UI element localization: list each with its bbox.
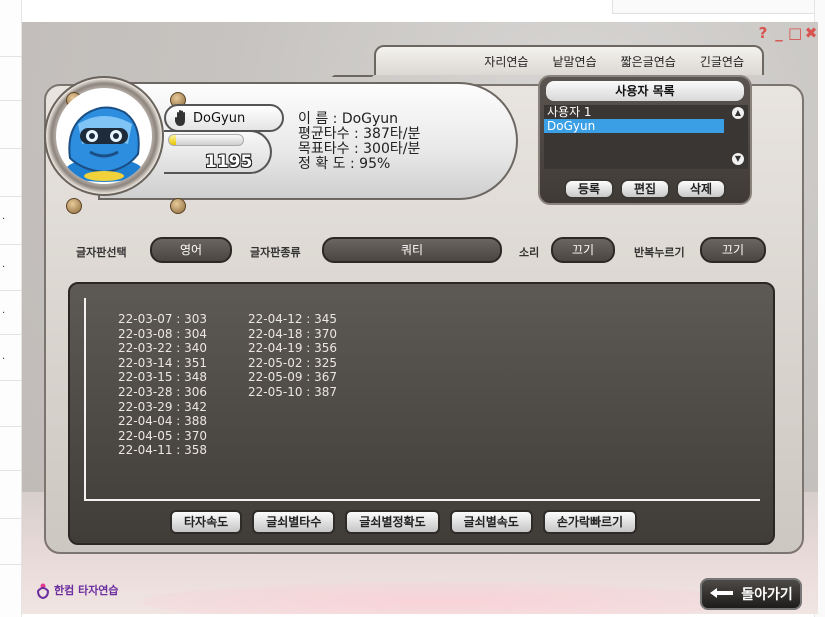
record-entry: 22-04-19 : 356	[248, 341, 338, 356]
repeat-key-toggle[interactable]: 끄기	[700, 237, 766, 263]
divider	[0, 564, 22, 565]
score-value: 1195	[205, 152, 253, 172]
record-entry: 22-03-29 : 342	[118, 399, 208, 414]
sound-label: 소리	[519, 246, 540, 259]
user-list-item-selected[interactable]: DoGyun	[544, 119, 724, 133]
app-logo: 한컴 타자연습	[36, 581, 119, 599]
records-column-1: 22-03-07 : 303 22-03-08 : 304 22-03-22 : 3…	[118, 312, 207, 458]
tab-word[interactable]: 낱말연습	[552, 53, 596, 70]
user-name: DoGyun	[193, 110, 246, 126]
user-buttons: 등록 편집 삭제	[564, 179, 726, 199]
user-list-title: 사용자 목록	[546, 81, 744, 101]
scroll-down-icon[interactable]: ▼	[732, 153, 744, 165]
bullet-dot: ·	[2, 262, 6, 273]
window-controls: ? _ □ ✖	[756, 26, 818, 41]
records-axis-vertical	[84, 298, 86, 500]
divider	[0, 334, 22, 335]
background-window-bar	[612, 0, 825, 14]
records-buttons: 타자속도 글쇠별타수 글쇠별정확도 글쇠별속도 손가락빠르기	[170, 510, 638, 534]
edit-button[interactable]: 편집	[620, 179, 670, 199]
record-entry: 22-03-08 : 304	[118, 326, 208, 341]
avatar	[56, 88, 152, 184]
record-entry: 22-05-09 : 367	[248, 370, 338, 385]
repeat-key-label: 반복누르기	[634, 246, 685, 259]
user-list[interactable]: 사용자 1 DoGyun ▲ ▼	[544, 105, 748, 169]
divider	[0, 380, 22, 381]
bolt-icon	[66, 198, 82, 214]
floor-glow	[142, 582, 742, 614]
key-accuracy-button[interactable]: 글쇠별정확도	[345, 510, 440, 534]
hand-icon	[175, 110, 185, 126]
record-entry: 22-05-02 : 325	[248, 355, 338, 370]
record-entry: 22-03-14 : 351	[118, 355, 208, 370]
typing-speed-button[interactable]: 타자속도	[170, 510, 243, 534]
keyboard-select-label: 글자판선택	[76, 246, 127, 259]
profile-accuracy-line: 정 확 도 : 95%	[298, 156, 391, 172]
records-axis-horizontal	[84, 499, 760, 501]
record-entry: 22-03-28 : 306	[118, 384, 208, 399]
record-entry: 22-04-05 : 370	[118, 428, 208, 443]
bullet-dot: ·	[2, 354, 6, 365]
user-list-panel: 사용자 목록 사용자 1 DoGyun ▲ ▼ 등록 편집 삭제	[538, 75, 752, 205]
record-entry: 22-04-04 : 388	[118, 414, 208, 429]
tab-short-text[interactable]: 짧은글연습	[621, 53, 676, 70]
hancom-logo-icon	[36, 583, 50, 599]
record-entry: 22-03-22 : 340	[118, 341, 208, 356]
divider	[0, 244, 22, 245]
progress-gauge-fill	[169, 135, 177, 145]
divider	[0, 100, 22, 101]
record-entry: 22-04-11 : 358	[118, 443, 208, 458]
user-list-item[interactable]: 사용자 1	[544, 105, 724, 119]
key-speed-button[interactable]: 글쇠별속도	[449, 510, 533, 534]
divider	[0, 518, 22, 519]
profile-average-line: 평균타수 : 387타/분	[298, 126, 421, 142]
divider	[0, 290, 22, 291]
divider	[0, 470, 22, 471]
robot-character-icon	[66, 106, 142, 182]
back-button-label: 돌아가기	[741, 587, 793, 603]
keyboard-type-label: 글자판종류	[250, 246, 301, 259]
record-entry: 22-03-15 : 348	[118, 370, 208, 385]
user-name-pill: DoGyun	[164, 104, 284, 132]
profile-name-line: 이 름 : DoGyun	[298, 111, 399, 127]
divider	[0, 196, 22, 197]
keyboard-select-button[interactable]: 영어	[150, 237, 232, 263]
record-entry: 22-05-10 : 387	[248, 384, 338, 399]
finger-speed-button[interactable]: 손가락빠르기	[542, 510, 638, 534]
tab-long-text[interactable]: 긴글연습	[700, 53, 744, 70]
maximize-icon[interactable]: □	[788, 26, 802, 41]
sound-toggle[interactable]: 끄기	[551, 237, 615, 263]
delete-button[interactable]: 삭제	[676, 179, 726, 199]
key-count-button[interactable]: 글쇠별타수	[252, 510, 336, 534]
divider	[0, 426, 22, 427]
scroll-up-icon[interactable]: ▲	[732, 107, 744, 119]
register-button[interactable]: 등록	[564, 179, 614, 199]
record-entry: 22-04-12 : 345	[248, 312, 338, 326]
practice-tabs: 자리연습 낱말연습 짧은글연습 긴글연습	[374, 45, 764, 75]
bolt-icon	[170, 198, 186, 214]
help-icon[interactable]: ?	[756, 26, 770, 41]
profile-info: 이 름 : DoGyun 평균타수 : 387타/분 목표타수 : 300타/분…	[298, 112, 420, 172]
background-window-edge: · · · ·	[0, 0, 22, 617]
record-entry: 22-04-18 : 370	[248, 326, 338, 341]
records-column-2: 22-04-12 : 345 22-04-18 : 370 22-04-19 : 3…	[248, 312, 337, 400]
back-arrow-icon	[710, 588, 734, 598]
back-button[interactable]: 돌아가기	[700, 578, 802, 610]
minimize-icon[interactable]: _	[772, 26, 786, 41]
bullet-dot: ·	[2, 308, 6, 319]
keyboard-type-button[interactable]: 쿼티	[322, 237, 502, 263]
close-icon[interactable]: ✖	[804, 26, 818, 41]
divider	[0, 56, 22, 57]
record-entry: 22-03-07 : 303	[118, 312, 208, 326]
app-logo-text: 한컴 타자연습	[54, 584, 119, 597]
bullet-dot: ·	[2, 214, 6, 225]
divider	[0, 148, 22, 149]
tab-key-position[interactable]: 자리연습	[484, 53, 528, 70]
profile-target-line: 목표타수 : 300타/분	[298, 141, 421, 157]
progress-gauge	[168, 134, 244, 146]
